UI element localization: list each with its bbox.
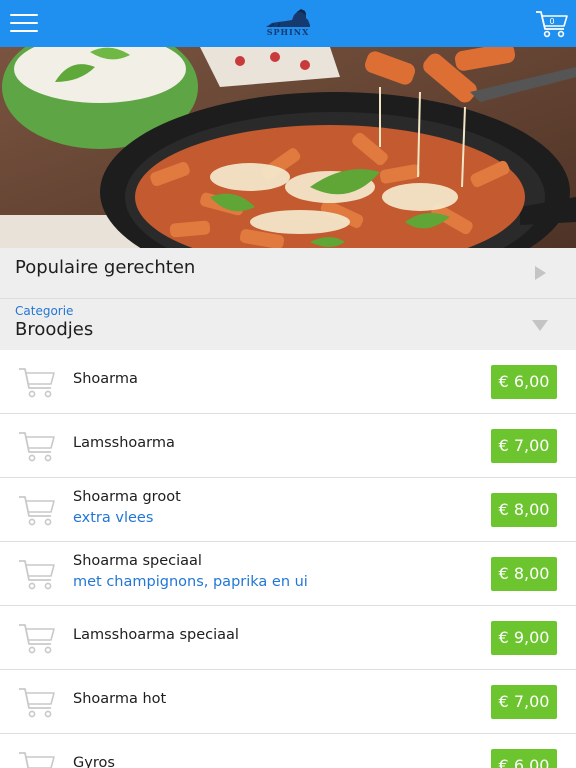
menu-item-name: Lamsshoarma — [73, 435, 175, 451]
chevron-down-icon — [532, 320, 548, 331]
menu-item-description: extra vlees — [73, 510, 154, 526]
menu-item-name: Shoarma speciaal — [73, 553, 202, 569]
price-button[interactable]: € 6,00 — [491, 365, 557, 399]
category-selector[interactable]: Categorie Broodjes — [0, 299, 576, 350]
menu-item-name: Shoarma hot — [73, 691, 167, 707]
popular-dishes-row[interactable]: Populaire gerechten — [0, 248, 576, 299]
add-to-cart-icon[interactable] — [17, 748, 57, 768]
category-value: Broodjes — [15, 319, 94, 340]
category-caption: Categorie — [15, 304, 74, 318]
price-button[interactable]: € 7,00 — [491, 685, 557, 719]
cart-button[interactable]: 0 — [534, 8, 570, 40]
price-button[interactable]: € 7,00 — [491, 429, 557, 463]
add-to-cart-icon[interactable] — [17, 684, 57, 720]
menu-item-row[interactable]: Shoarma groot extra vlees € 8,00 — [0, 478, 576, 542]
price-button[interactable]: € 9,00 — [491, 621, 557, 655]
add-to-cart-icon[interactable] — [17, 556, 57, 592]
hero-food-image — [0, 47, 576, 248]
top-bar: SPHINX 0 — [0, 0, 576, 47]
sphinx-logo[interactable]: SPHINX — [258, 5, 318, 39]
menu-item-row[interactable]: Lamsshoarma € 7,00 — [0, 414, 576, 478]
add-to-cart-icon[interactable] — [17, 492, 57, 528]
menu-item-row[interactable]: Gyros € 6,00 — [0, 734, 576, 768]
menu-item-name: Gyros — [73, 755, 115, 768]
logo-text: SPHINX — [266, 27, 310, 37]
menu-item-name: Lamsshoarma speciaal — [73, 627, 239, 643]
menu-item-name: Shoarma — [73, 371, 138, 387]
menu-item-row[interactable]: Shoarma € 6,00 — [0, 350, 576, 414]
chevron-right-icon — [535, 266, 546, 280]
menu-item-row[interactable]: Shoarma hot € 7,00 — [0, 670, 576, 734]
menu-item-name: Shoarma groot — [73, 489, 181, 505]
add-to-cart-icon[interactable] — [17, 428, 57, 464]
add-to-cart-icon[interactable] — [17, 620, 57, 656]
menu-icon[interactable] — [10, 12, 38, 34]
cart-count: 0 — [549, 17, 555, 26]
price-button[interactable]: € 8,00 — [491, 557, 557, 591]
price-button[interactable]: € 6,00 — [491, 749, 557, 768]
menu-item-row[interactable]: Shoarma speciaal met champignons, paprika… — [0, 542, 576, 606]
popular-dishes-label: Populaire gerechten — [15, 257, 196, 278]
menu-item-description: met champignons, paprika en ui — [73, 574, 308, 590]
price-button[interactable]: € 8,00 — [491, 493, 557, 527]
menu-item-row[interactable]: Lamsshoarma speciaal € 9,00 — [0, 606, 576, 670]
add-to-cart-icon[interactable] — [17, 364, 57, 400]
